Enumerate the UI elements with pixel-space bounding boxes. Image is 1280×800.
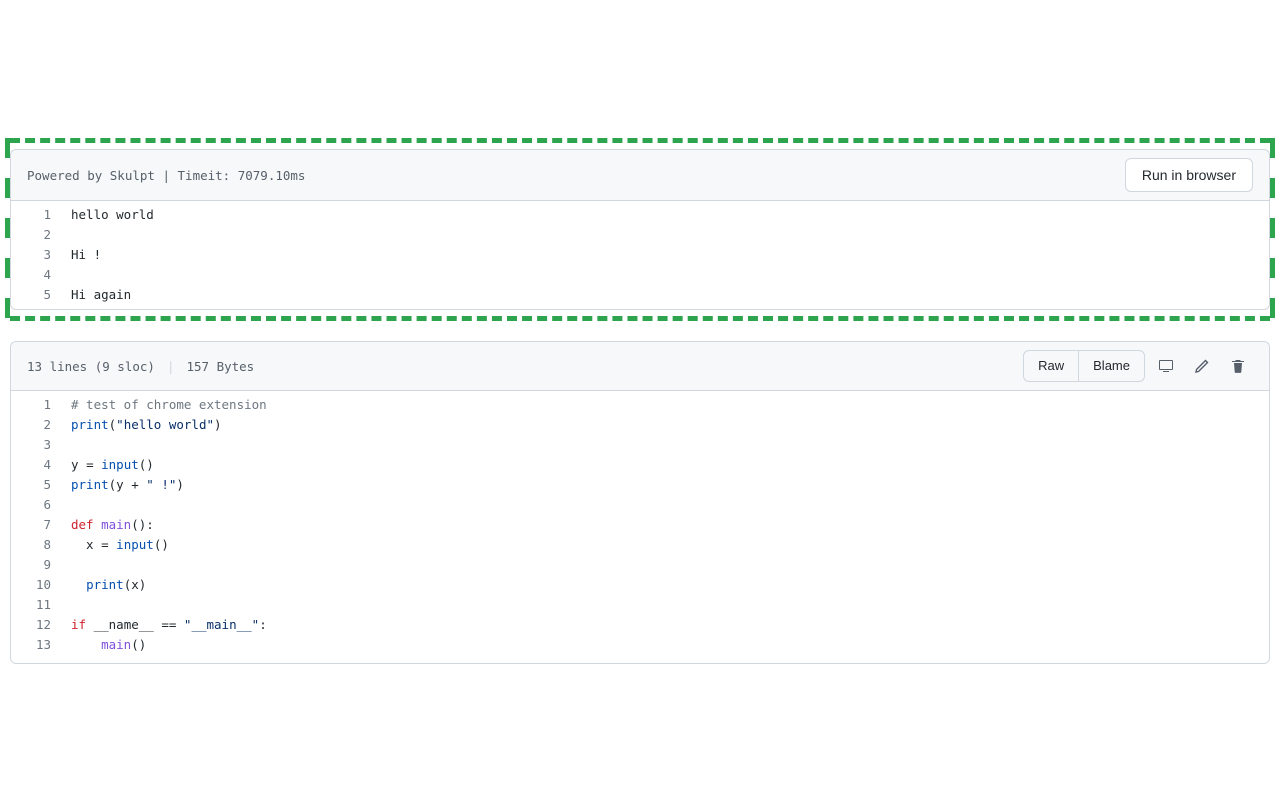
line-number: 2 xyxy=(11,415,61,435)
line-content: Hi again xyxy=(61,285,1269,305)
line-content: hello world xyxy=(61,205,1269,225)
output-panel: Powered by Skulpt | Timeit: 7079.10ms Ru… xyxy=(10,149,1270,310)
line-content xyxy=(61,555,1269,575)
line-number: 11 xyxy=(11,595,61,615)
line-number: 12 xyxy=(11,615,61,635)
run-in-browser-button[interactable]: Run in browser xyxy=(1125,158,1253,192)
line-content: x = input() xyxy=(61,535,1269,555)
file-stats: 13 lines (9 sloc) | 157 Bytes xyxy=(27,359,254,374)
code-line: 6 xyxy=(11,495,1269,515)
line-content: print("hello world") xyxy=(61,415,1269,435)
line-number: 5 xyxy=(11,475,61,495)
code-line: 5print(y + " !") xyxy=(11,475,1269,495)
desktop-icon[interactable] xyxy=(1151,351,1181,381)
line-number: 4 xyxy=(11,455,61,475)
code-line: 11 xyxy=(11,595,1269,615)
code-line: 2print("hello world") xyxy=(11,415,1269,435)
code-line: 3 xyxy=(11,435,1269,455)
code-line: 1# test of chrome extension xyxy=(11,395,1269,415)
line-number: 8 xyxy=(11,535,61,555)
output-lines: 1hello world23Hi !45Hi again xyxy=(11,205,1269,305)
source-code-lines: 1# test of chrome extension2print("hello… xyxy=(11,395,1269,655)
output-status-text: Powered by Skulpt | Timeit: 7079.10ms xyxy=(27,168,305,183)
extension-highlight-frame: Powered by Skulpt | Timeit: 7079.10ms Ru… xyxy=(10,138,1270,321)
line-number: 9 xyxy=(11,555,61,575)
line-content xyxy=(61,495,1269,515)
line-number: 3 xyxy=(11,245,61,265)
code-line: 8 x = input() xyxy=(11,535,1269,555)
source-panel: 13 lines (9 sloc) | 157 Bytes Raw Blame xyxy=(10,341,1270,664)
line-number: 5 xyxy=(11,285,61,305)
line-number: 7 xyxy=(11,515,61,535)
code-line: 4y = input() xyxy=(11,455,1269,475)
raw-button[interactable]: Raw xyxy=(1023,350,1079,382)
code-line: 13 main() xyxy=(11,635,1269,655)
source-panel-header: 13 lines (9 sloc) | 157 Bytes Raw Blame xyxy=(11,342,1269,391)
output-line: 1hello world xyxy=(11,205,1269,225)
line-number: 10 xyxy=(11,575,61,595)
output-line: 5Hi again xyxy=(11,285,1269,305)
line-content: if __name__ == "__main__": xyxy=(61,615,1269,635)
pencil-icon[interactable] xyxy=(1187,351,1217,381)
code-line: 7def main(): xyxy=(11,515,1269,535)
code-line: 9 xyxy=(11,555,1269,575)
output-line: 4 xyxy=(11,265,1269,285)
line-content: main() xyxy=(61,635,1269,655)
file-stats-lines: 13 lines (9 sloc) xyxy=(27,359,155,374)
trash-icon[interactable] xyxy=(1223,351,1253,381)
line-content: print(x) xyxy=(61,575,1269,595)
line-content xyxy=(61,435,1269,455)
line-number: 1 xyxy=(11,205,61,225)
line-content xyxy=(61,225,1269,245)
blame-button[interactable]: Blame xyxy=(1078,350,1145,382)
line-content: def main(): xyxy=(61,515,1269,535)
file-stats-bytes: 157 Bytes xyxy=(186,359,254,374)
line-content xyxy=(61,265,1269,285)
line-number: 13 xyxy=(11,635,61,655)
separator: | xyxy=(167,359,175,374)
line-content: Hi ! xyxy=(61,245,1269,265)
line-number: 6 xyxy=(11,495,61,515)
line-content: y = input() xyxy=(61,455,1269,475)
line-number: 2 xyxy=(11,225,61,245)
code-line: 10 print(x) xyxy=(11,575,1269,595)
line-content: print(y + " !") xyxy=(61,475,1269,495)
output-panel-header: Powered by Skulpt | Timeit: 7079.10ms Ru… xyxy=(11,150,1269,201)
line-content xyxy=(61,595,1269,615)
line-number: 1 xyxy=(11,395,61,415)
raw-blame-group: Raw Blame xyxy=(1023,350,1145,382)
output-line: 3Hi ! xyxy=(11,245,1269,265)
line-number: 3 xyxy=(11,435,61,455)
output-line: 2 xyxy=(11,225,1269,245)
code-line: 12if __name__ == "__main__": xyxy=(11,615,1269,635)
line-content: # test of chrome extension xyxy=(61,395,1269,415)
line-number: 4 xyxy=(11,265,61,285)
